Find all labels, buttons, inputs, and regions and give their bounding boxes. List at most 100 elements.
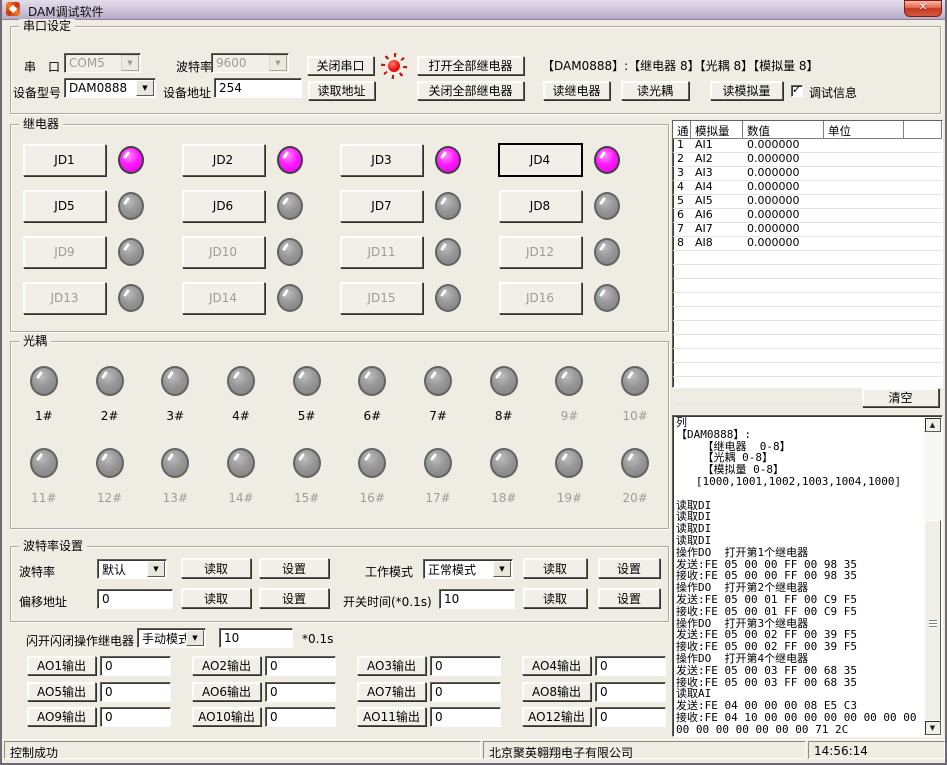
ao-output-button-1[interactable]: AO1输出 (27, 656, 96, 675)
titlebar: DAM调试软件 ✕ (2, 0, 945, 20)
relay-button-jd16[interactable]: JD16 (499, 282, 582, 314)
scroll-up-icon[interactable]: ▲ (924, 417, 941, 432)
ao-output-input-3[interactable]: 0 (430, 656, 501, 676)
ao-output-input-5[interactable]: 0 (100, 682, 171, 702)
ao-output-button-8[interactable]: AO8输出 (522, 682, 591, 701)
analog-col-header[interactable]: 通 (673, 121, 691, 138)
table-cell: 3 (673, 167, 691, 180)
relay-button-jd5[interactable]: JD5 (23, 190, 106, 222)
table-cell: AI7 (691, 223, 743, 236)
baud-combo[interactable]: 9600 ▼ (211, 53, 289, 73)
ao-output-button-9[interactable]: AO9输出 (27, 707, 96, 726)
relay-button-jd6[interactable]: JD6 (182, 190, 265, 222)
flash-time-input[interactable]: 10 (219, 628, 293, 648)
ao-output-button-7[interactable]: AO7输出 (357, 682, 426, 701)
switch-time-read-button[interactable]: 读取 (523, 588, 587, 608)
work-mode-set-button[interactable]: 设置 (598, 558, 660, 578)
opto-led-1 (30, 366, 58, 396)
ao-output-input-2[interactable]: 0 (265, 656, 336, 676)
table-cell (904, 181, 942, 194)
ao-output-input-9[interactable]: 0 (100, 707, 171, 727)
switch-time-input[interactable]: 10 (439, 589, 515, 609)
offset-read-button[interactable]: 读取 (181, 588, 251, 608)
table-cell (904, 209, 942, 222)
read-addr-button[interactable]: 读取地址 (308, 81, 375, 100)
chevron-down-icon[interactable]: ▼ (269, 55, 287, 71)
work-mode-combo[interactable]: 正常模式 ▼ (423, 559, 513, 579)
ao-output-button-4[interactable]: AO4输出 (522, 656, 591, 675)
log-scrollbar[interactable]: ▲ ▼ (924, 417, 941, 735)
relay-button-jd9[interactable]: JD9 (23, 236, 106, 268)
baudrate-set-button[interactable]: 设置 (259, 558, 329, 578)
opto-led-19 (555, 448, 583, 478)
chevron-down-icon[interactable]: ▼ (493, 561, 511, 577)
ao-output-button-6[interactable]: AO6输出 (192, 682, 261, 701)
open-all-relays-button[interactable]: 打开全部继电器 (417, 56, 524, 75)
baudrate-combo[interactable]: 默认 ▼ (97, 559, 167, 579)
scrollbar-thumb[interactable] (924, 520, 941, 727)
analog-col-header[interactable]: 单位 (824, 121, 904, 138)
table-cell (743, 265, 824, 278)
read-opto-button[interactable]: 读光耦 (621, 81, 689, 100)
table-cell (673, 279, 691, 292)
ao-output-button-3[interactable]: AO3输出 (357, 656, 426, 675)
ao-output-input-8[interactable]: 0 (595, 682, 666, 702)
ao-output-input-6[interactable]: 0 (265, 682, 336, 702)
close-all-relays-button[interactable]: 关闭全部继电器 (417, 81, 524, 100)
chevron-down-icon[interactable]: ▼ (136, 80, 154, 96)
relay-button-jd14[interactable]: JD14 (182, 282, 265, 314)
relay-button-jd8[interactable]: JD8 (499, 190, 582, 222)
debug-info-checkbox[interactable] (791, 85, 803, 97)
relay-button-jd15[interactable]: JD15 (340, 282, 423, 314)
table-cell (824, 265, 904, 278)
offset-set-button[interactable]: 设置 (259, 588, 329, 608)
switch-time-set-button[interactable]: 设置 (598, 588, 660, 608)
relay-button-jd11[interactable]: JD11 (340, 236, 423, 268)
table-row (673, 293, 942, 307)
ao-output-input-11[interactable]: 0 (430, 707, 501, 727)
flash-mode-combo[interactable]: 手动模式 ▼ (137, 628, 206, 648)
relay-button-jd7[interactable]: JD7 (340, 190, 423, 222)
relay-button-jd13[interactable]: JD13 (23, 282, 106, 314)
read-analog-button[interactable]: 读模拟量 (710, 81, 783, 100)
chevron-down-icon[interactable]: ▼ (147, 561, 165, 577)
addr-input[interactable]: 254 (214, 78, 302, 98)
clear-log-button[interactable]: 清空 (862, 388, 939, 407)
opto-cell: 1# (11, 366, 77, 423)
model-combo[interactable]: DAM0888 ▼ (64, 78, 156, 98)
ao-output-input-12[interactable]: 0 (595, 707, 666, 727)
ao-output-input-7[interactable]: 0 (430, 682, 501, 702)
close-port-button[interactable]: 关闭串口 (307, 56, 374, 75)
scroll-down-icon[interactable]: ▼ (924, 720, 941, 735)
baudrate-read-button[interactable]: 读取 (181, 558, 251, 578)
relay-button-jd2[interactable]: JD2 (182, 144, 265, 176)
opto-label: 15# (294, 491, 319, 505)
ao-output-button-10[interactable]: AO10输出 (192, 707, 261, 726)
relay-button-jd12[interactable]: JD12 (499, 236, 582, 268)
ao-output-input-4[interactable]: 0 (595, 656, 666, 676)
read-relay-button[interactable]: 读继电器 (543, 81, 610, 100)
table-cell: 0.000000 (743, 223, 824, 236)
analog-col-header[interactable]: 模拟量 (691, 121, 743, 138)
relay-button-jd10[interactable]: JD10 (182, 236, 265, 268)
chevron-down-icon[interactable]: ▼ (186, 630, 204, 646)
ao-output-button-2[interactable]: AO2输出 (192, 656, 261, 675)
relay-button-jd3[interactable]: JD3 (340, 144, 423, 176)
relay-button-jd4[interactable]: JD4 (499, 144, 582, 176)
relay-button-jd1[interactable]: JD1 (23, 144, 106, 176)
table-cell (904, 321, 942, 334)
analog-col-header[interactable] (904, 121, 942, 138)
work-mode-read-button[interactable]: 读取 (523, 558, 587, 578)
ao-output-button-12[interactable]: AO12输出 (522, 707, 591, 726)
table-cell (824, 153, 904, 166)
close-button[interactable]: ✕ (904, 0, 942, 17)
chevron-down-icon[interactable]: ▼ (121, 55, 139, 71)
analog-col-header[interactable]: 数值 (743, 121, 824, 138)
offset-addr-input[interactable]: 0 (97, 589, 173, 609)
ao-output-input-10[interactable]: 0 (265, 707, 336, 727)
ao-output-input-1[interactable]: 0 (100, 656, 171, 676)
ao-output-button-11[interactable]: AO11输出 (357, 707, 426, 726)
table-cell: 0.000000 (743, 195, 824, 208)
ao-output-button-5[interactable]: AO5输出 (27, 682, 96, 701)
port-combo[interactable]: COM5 ▼ (64, 53, 141, 73)
